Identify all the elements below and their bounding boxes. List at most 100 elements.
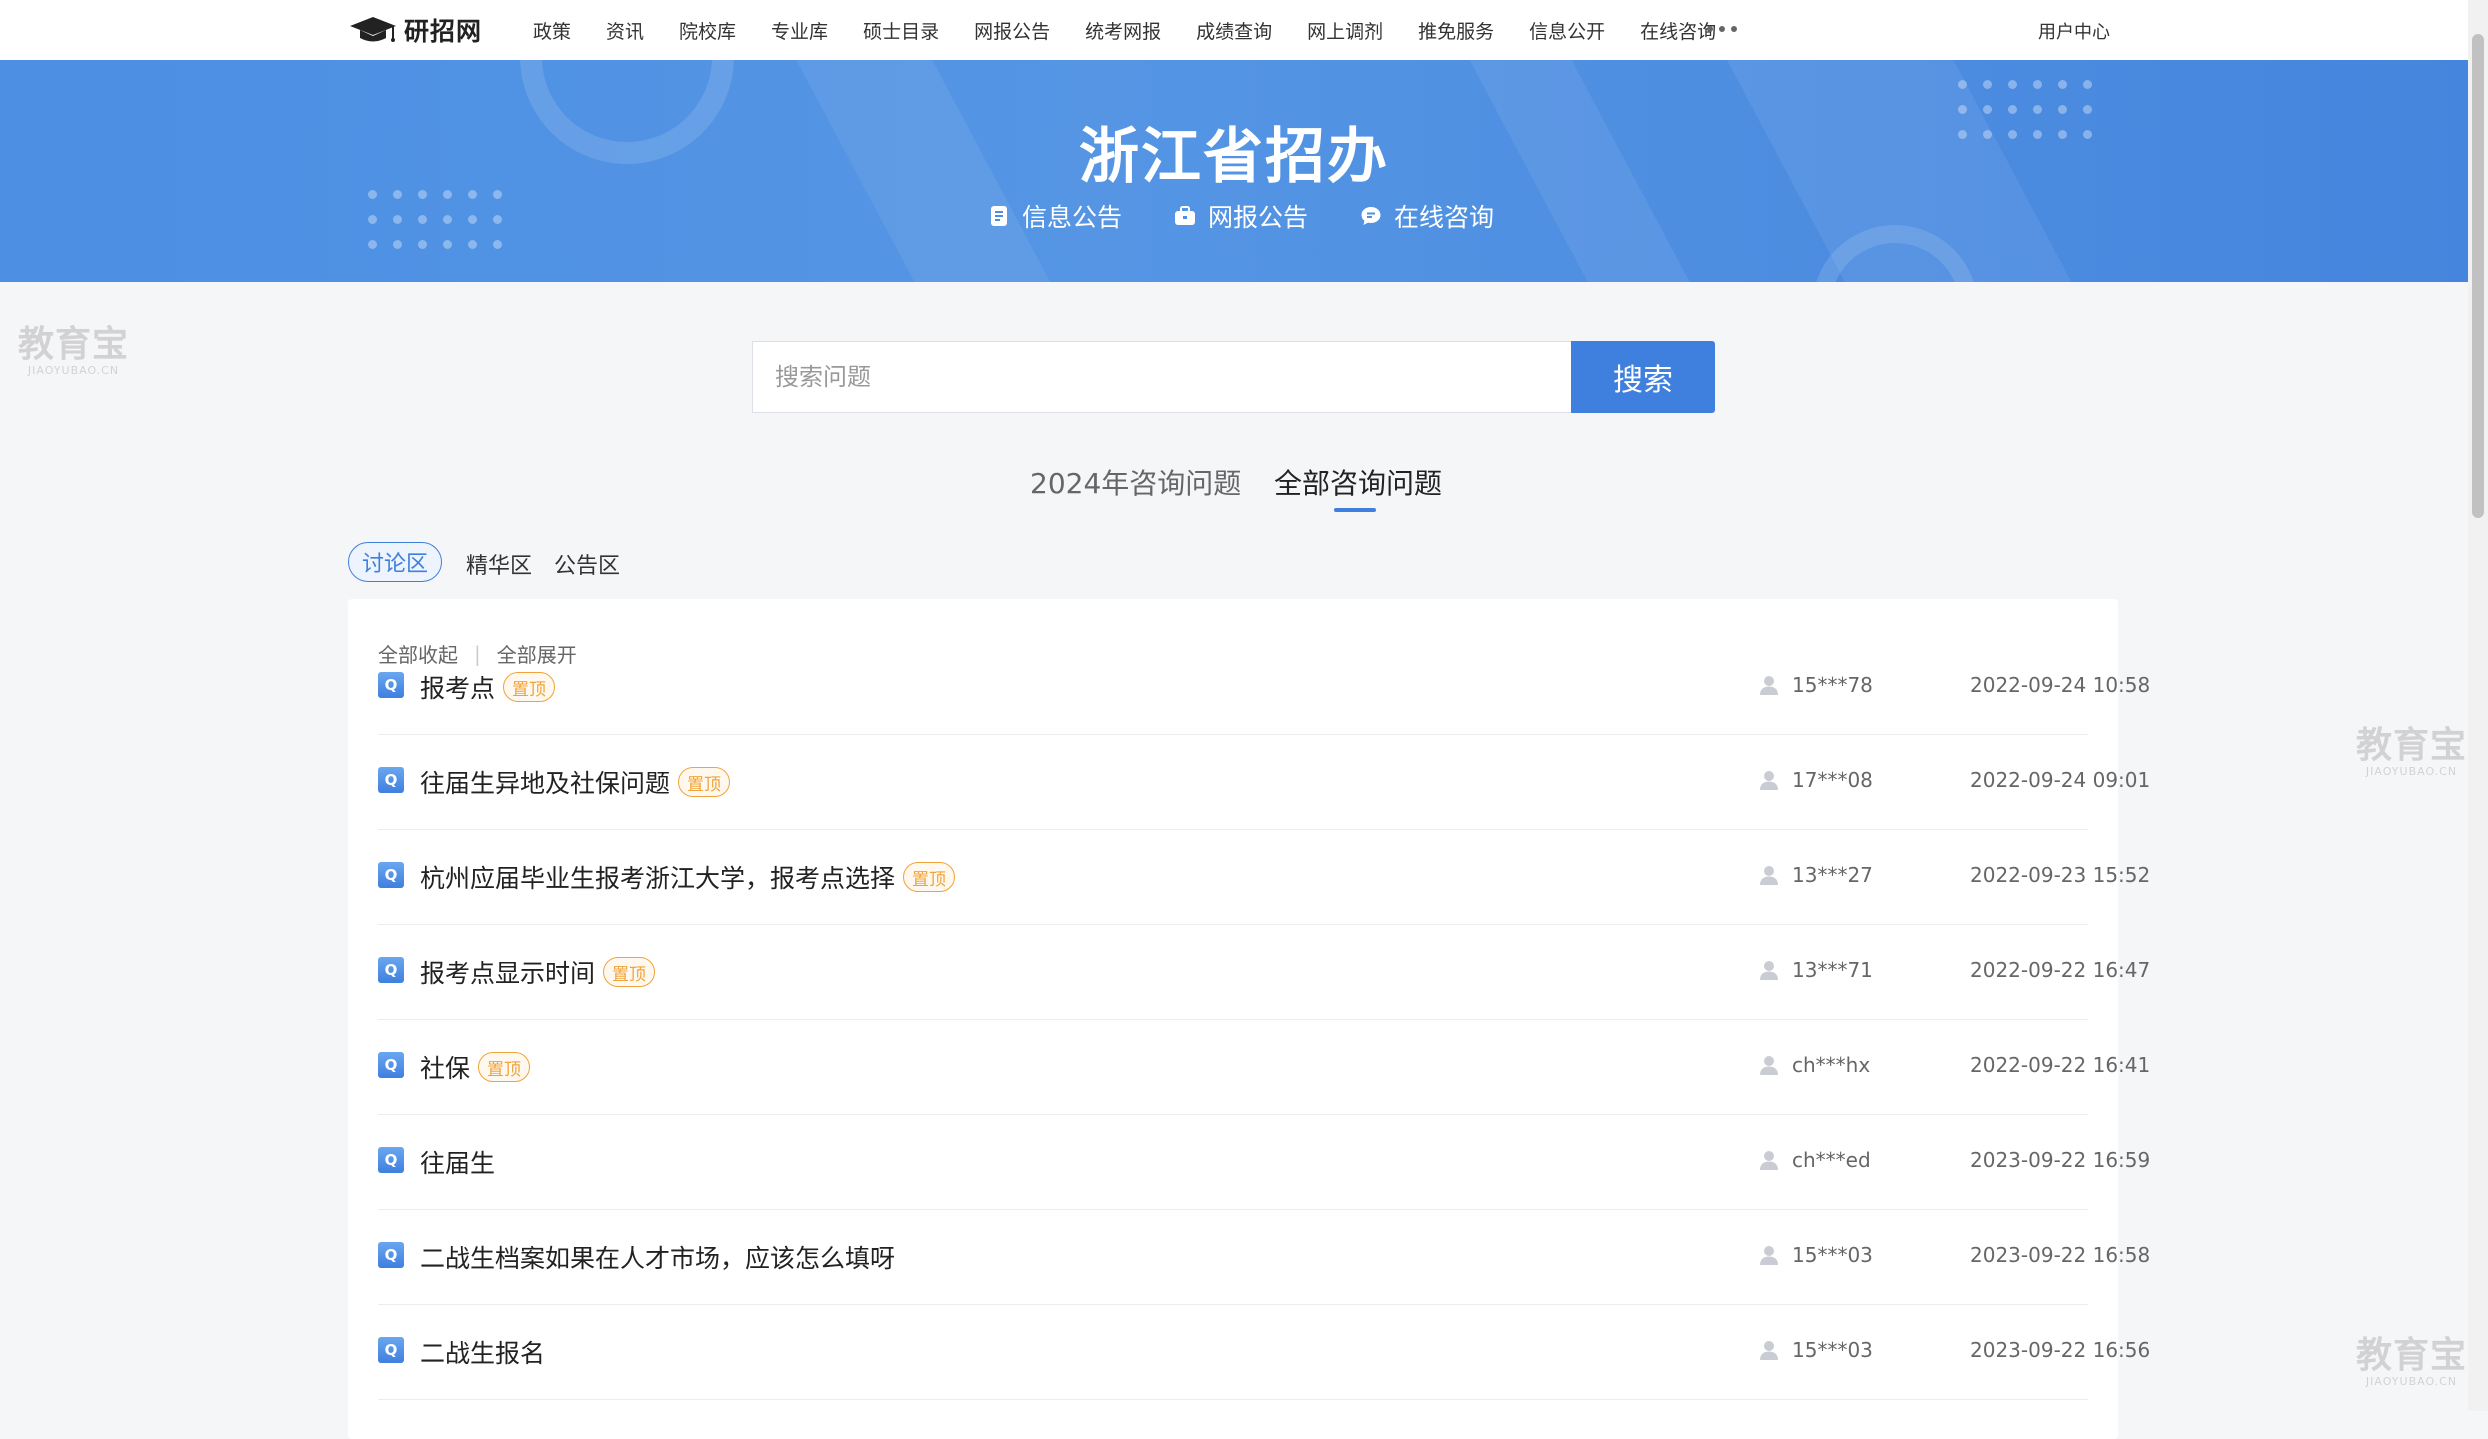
question-icon: Q [378,672,404,698]
question-date: 2022-09-24 09:01 [1970,768,2151,792]
question-icon: Q [378,862,404,888]
tab-2024-questions[interactable]: 2024年咨询问题 [1030,462,1241,502]
question-title-link[interactable]: 社保 置顶 [420,1049,531,1085]
nav-item-recommendation[interactable]: 推免服务 [1418,17,1494,44]
top-navigation-bar: 研招网 政策 资讯 院校库 专业库 硕士目录 网报公告 统考网报 成绩查询 网上… [0,0,2468,61]
briefcase-icon [1175,206,1196,225]
question-title: 往届生异地及社保问题 [420,769,671,798]
question-author: 15***03 [1758,1243,1873,1267]
author-name: ch***hx [1792,1053,1871,1077]
chat-bubble-icon [1361,207,1381,225]
question-list-panel: 全部收起 | 全部展开 Q 报考点 置顶 15***78 2022-09-24 10:5… [348,599,2150,1439]
scrollbar-thumb[interactable] [2472,34,2484,518]
nav-item-adjustment[interactable]: 网上调剂 [1307,17,1383,44]
question-title-link[interactable]: 杭州应届毕业生报考浙江大学，报考点选择 置顶 [420,859,956,895]
nav-item-news[interactable]: 资讯 [606,17,644,44]
active-tab-indicator [1334,508,1376,512]
nav-item-score-query[interactable]: 成绩查询 [1196,17,1272,44]
nav-item-disclosure[interactable]: 信息公开 [1529,17,1605,44]
user-icon [1760,676,1778,695]
nav-item-online-consult[interactable]: 在线咨询 [1640,17,1716,44]
question-title-link[interactable]: 报考点显示时间 置顶 [420,954,656,990]
user-icon [1760,1151,1778,1170]
user-icon [1760,961,1778,980]
pinned-badge: 置顶 [478,1052,531,1082]
info-notice-link[interactable]: 信息公告 [988,198,1122,234]
document-icon [991,206,1007,226]
question-row[interactable]: Q 报考点 置顶 15***78 2022-09-24 10:58 [378,639,2150,735]
nav-item-master-catalog[interactable]: 硕士目录 [863,17,939,44]
question-date: 2022-09-22 16:47 [1970,958,2151,982]
subtab-announcements[interactable]: 公告区 [554,548,620,580]
question-title: 往届生 [420,1149,496,1178]
decorative-dots [368,190,502,249]
question-title-link[interactable]: 报考点 置顶 [420,669,556,705]
author-name: 13***27 [1792,863,1873,887]
watermark-text: 教育宝 [18,324,130,365]
user-icon [1760,866,1778,885]
question-date: 2023-09-22 16:56 [1970,1338,2151,1362]
more-menu-icon[interactable] [1707,26,1737,32]
question-title-link[interactable]: 二战生报名 [420,1334,545,1370]
nav-item-universities[interactable]: 院校库 [679,17,736,44]
author-name: 13***71 [1792,958,1873,982]
question-author: 15***78 [1758,673,1873,697]
question-icon: Q [378,957,404,983]
author-name: 15***03 [1792,1243,1873,1267]
question-row[interactable]: Q 往届生异地及社保问题 置顶 17***08 2022-09-24 09:01 [378,734,2150,830]
watermark-logo: 教育宝 JIAOYUBAO.CN [2356,1337,2467,1389]
pinned-badge: 置顶 [678,767,731,797]
question-icon: Q [378,1052,404,1078]
main-menu: 政策 资讯 院校库 专业库 硕士目录 网报公告 统考网报 成绩查询 网上调剂 推… [533,0,1751,60]
graduation-cap-icon [350,17,396,42]
question-icon: Q [378,1147,404,1173]
subtab-featured[interactable]: 精华区 [466,548,532,580]
question-icon: Q [378,767,404,793]
nav-item-exam-registration[interactable]: 统考网报 [1085,17,1161,44]
search-button[interactable]: 搜索 [1571,341,1715,413]
question-date: 2022-09-22 16:41 [1970,1053,2151,1077]
nav-item-registration-notice[interactable]: 网报公告 [974,17,1050,44]
question-row[interactable]: Q 杭州应届毕业生报考浙江大学，报考点选择 置顶 13***27 2022-09-23 … [378,829,2150,925]
question-date: 2023-09-22 16:58 [1970,1243,2151,1267]
question-author: ch***hx [1758,1053,1870,1077]
question-title-link[interactable]: 往届生 [420,1144,495,1180]
question-row[interactable]: Q 二战生档案如果在人才市场，应该怎么填呀 15***03 2023-09-22 16… [378,1209,2150,1305]
author-name: 15***03 [1792,1338,1873,1362]
question-author: ch***ed [1758,1148,1871,1172]
question-row[interactable]: Q 二战生报名 15***03 2023-09-22 16:56 [378,1304,2150,1400]
user-center-link[interactable]: 用户中心 [2038,18,2110,44]
registration-notice-label: 网报公告 [1208,203,1309,232]
search-box [752,341,1572,413]
user-icon [1760,1246,1778,1265]
page-scrollbar[interactable] [2468,0,2488,1411]
nav-item-policy[interactable]: 政策 [533,17,571,44]
question-date: 2022-09-24 10:58 [1970,673,2151,697]
author-name: ch***ed [1792,1148,1871,1172]
question-row[interactable]: Q 报考点显示时间 置顶 13***71 2022-09-22 16:47 [378,924,2150,1020]
question-title: 报考点 [420,674,496,703]
logo-text: 研招网 [404,17,483,46]
question-icon: Q [378,1337,404,1363]
watermark-logo: 教育宝 JIAOYUBAO.CN [2356,727,2467,779]
question-title-link[interactable]: 往届生异地及社保问题 置顶 [420,764,731,800]
question-title: 社保 [420,1054,471,1083]
question-row[interactable]: Q 往届生 ch***ed 2023-09-22 16:59 [378,1114,2150,1210]
question-title-link[interactable]: 二战生档案如果在人才市场，应该怎么填呀 [420,1239,895,1275]
question-author: 13***71 [1758,958,1873,982]
question-row[interactable]: Q 社保 置顶 ch***hx 2022-09-22 16:41 [378,1019,2150,1115]
nav-item-majors[interactable]: 专业库 [771,17,828,44]
question-date: 2022-09-23 15:52 [1970,863,2151,887]
registration-notice-link[interactable]: 网报公告 [1174,198,1308,234]
subtab-discussion[interactable]: 讨论区 [348,542,442,582]
online-consult-label: 在线咨询 [1394,203,1495,232]
search-input[interactable] [753,342,1572,412]
tab-all-questions[interactable]: 全部咨询问题 [1274,462,1442,502]
online-consult-link[interactable]: 在线咨询 [1360,198,1494,234]
page-title: 浙江省招办 [1079,122,1389,192]
banner: 浙江省招办 信息公告 网报公告 在线咨询 [0,60,2468,282]
question-title: 二战生报名 [420,1339,546,1368]
question-author: 17***08 [1758,768,1873,792]
watermark-subtext: JIAOYUBAO.CN [2365,765,2458,778]
site-logo[interactable]: 研招网 [348,14,482,46]
